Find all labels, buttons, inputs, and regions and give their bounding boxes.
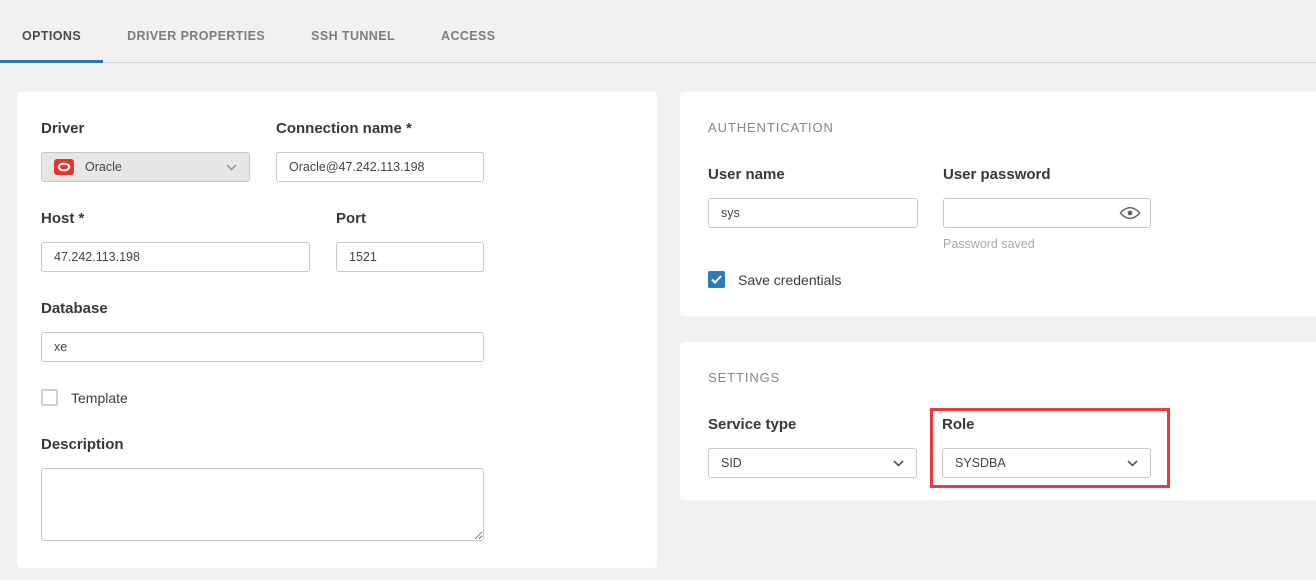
service-type-select[interactable]: SID (708, 448, 917, 478)
role-select-value: SYSDBA (955, 456, 1127, 470)
template-checkbox-row[interactable]: Template (41, 389, 633, 406)
role-select[interactable]: SYSDBA (942, 448, 1151, 478)
connection-name-input[interactable] (276, 152, 484, 182)
chevron-down-icon (893, 460, 904, 467)
description-textarea[interactable] (41, 468, 484, 541)
password-saved-hint: Password saved (943, 237, 1151, 251)
database-label: Database (41, 300, 484, 317)
eye-icon[interactable] (1119, 206, 1141, 220)
settings-card: SETTINGS Service type SID Role SYSDBA (680, 342, 1316, 500)
tab-ssh-tunnel[interactable]: SSH TUNNEL (289, 0, 417, 63)
description-label: Description (41, 436, 633, 453)
settings-header: SETTINGS (708, 370, 1288, 385)
authentication-card: AUTHENTICATION User name User password P… (680, 92, 1316, 316)
user-name-label: User name (708, 166, 918, 183)
port-label: Port (336, 210, 484, 227)
template-checkbox[interactable] (41, 389, 58, 406)
tab-access[interactable]: ACCESS (419, 0, 518, 63)
host-label: Host * (41, 210, 310, 227)
database-input[interactable] (41, 332, 484, 362)
driver-label: Driver (41, 120, 250, 137)
user-password-label: User password (943, 166, 1151, 183)
tab-options[interactable]: OPTIONS (0, 0, 103, 63)
user-name-input[interactable] (708, 198, 918, 228)
save-credentials-checkbox[interactable] (708, 271, 725, 288)
save-credentials-row[interactable]: Save credentials (708, 271, 1288, 288)
driver-select[interactable]: Oracle (41, 152, 250, 182)
role-label: Role (942, 416, 1151, 433)
connection-name-label: Connection name * (276, 120, 484, 137)
service-type-select-value: SID (721, 456, 893, 470)
chevron-down-icon (1127, 460, 1138, 467)
oracle-driver-icon (54, 159, 74, 175)
service-type-label: Service type (708, 416, 917, 433)
tab-driver-properties[interactable]: DRIVER PROPERTIES (105, 0, 287, 63)
save-credentials-label: Save credentials (738, 272, 842, 288)
authentication-header: AUTHENTICATION (708, 120, 1288, 135)
driver-select-value: Oracle (85, 160, 226, 174)
tab-bar: OPTIONS DRIVER PROPERTIES SSH TUNNEL ACC… (0, 0, 1316, 63)
chevron-down-icon (226, 164, 237, 171)
connection-options-card: Driver Oracle Connection name * Host (17, 92, 657, 568)
template-checkbox-label: Template (71, 390, 128, 406)
checkmark-icon (711, 275, 722, 284)
port-input[interactable] (336, 242, 484, 272)
host-input[interactable] (41, 242, 310, 272)
